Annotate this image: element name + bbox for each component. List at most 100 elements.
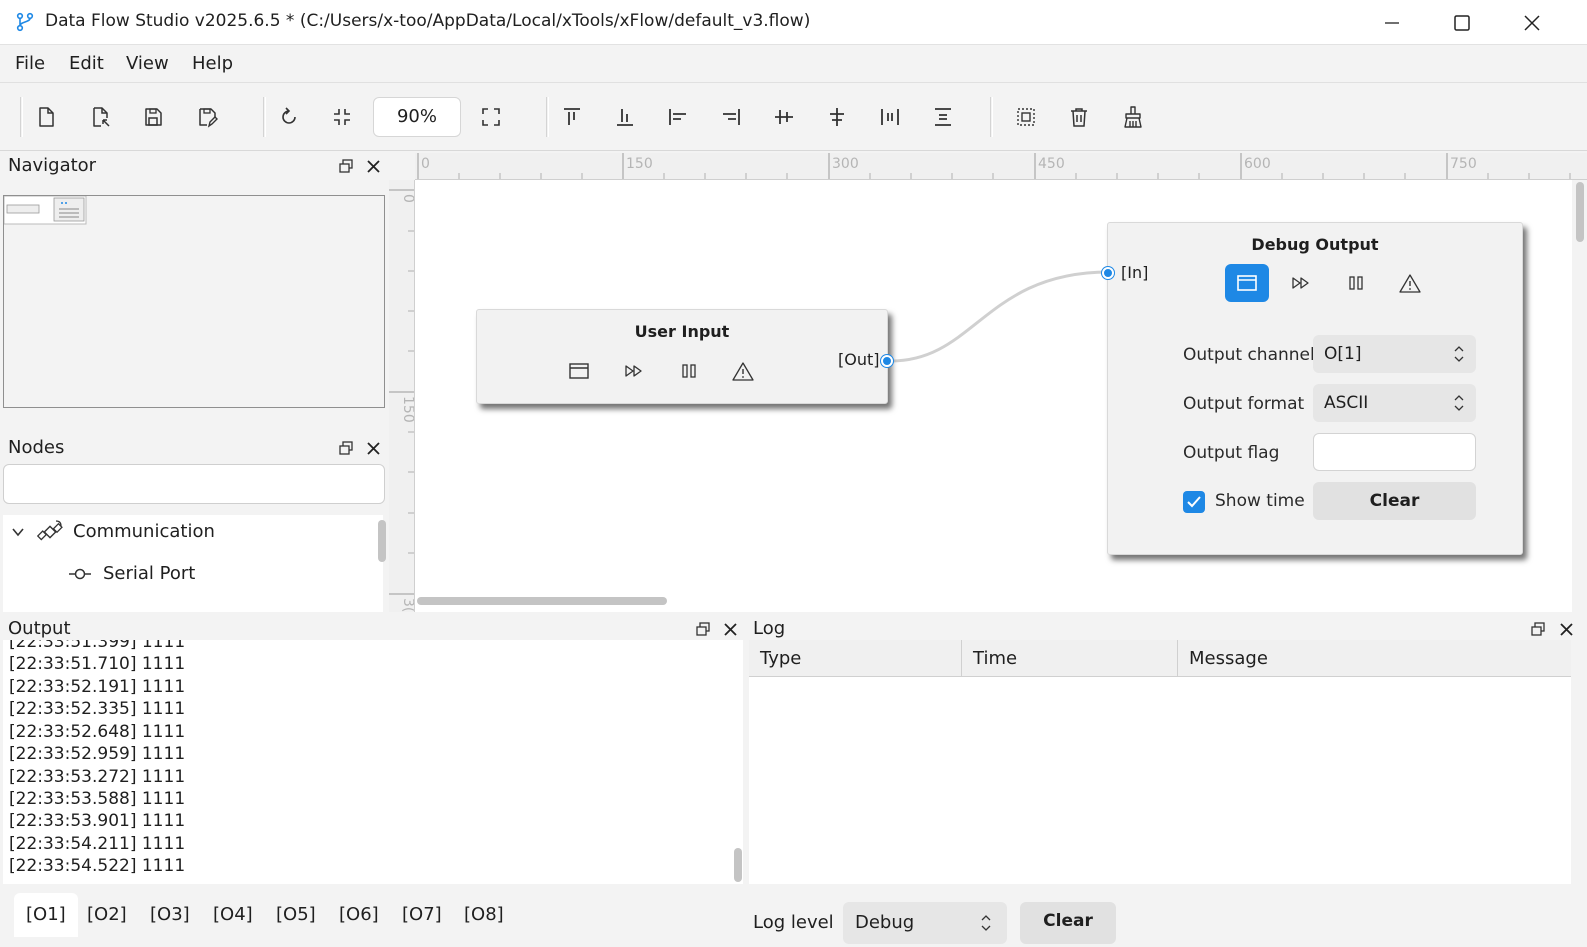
close-icon xyxy=(366,441,380,455)
pause-icon[interactable] xyxy=(1336,265,1376,301)
port-label-out: [Out] xyxy=(838,350,880,369)
align-vertical-center-button[interactable] xyxy=(820,100,854,134)
collapse-icon xyxy=(334,109,350,125)
debug-output-node[interactable]: Debug Output [In] Output channel O[1] Ou… xyxy=(1102,222,1523,555)
output-format-select[interactable]: ASCII xyxy=(1313,384,1476,422)
output-float-button[interactable] xyxy=(694,620,712,638)
window-icon[interactable] xyxy=(1225,264,1269,302)
distribute-vertical-button[interactable] xyxy=(926,100,960,134)
align-horizontal-center-button[interactable] xyxy=(767,100,801,134)
input-port[interactable] xyxy=(1102,267,1114,279)
canvas-horizontal-scrollbar[interactable] xyxy=(417,597,667,605)
reload-button[interactable] xyxy=(272,100,306,134)
ruler-tick-label: 0 xyxy=(400,194,415,203)
menu-file[interactable]: File xyxy=(15,53,45,74)
ruler-vertical: 0 150 3( xyxy=(389,180,415,612)
tab-o2[interactable]: [O2] xyxy=(75,893,139,937)
nodes-scrollbar[interactable] xyxy=(378,520,386,562)
new-file-button[interactable] xyxy=(29,100,63,134)
log-level-select[interactable]: Debug xyxy=(843,902,1007,944)
window-icon[interactable] xyxy=(559,353,599,389)
output-line: [22:33:52.191] 1111 xyxy=(9,677,186,697)
output-line: [22:33:52.335] 1111 xyxy=(9,699,186,719)
align-right-button[interactable] xyxy=(714,100,748,134)
checkmark-icon xyxy=(1187,496,1201,508)
debug-clear-button[interactable]: Clear xyxy=(1313,482,1476,520)
nodes-close-button[interactable] xyxy=(364,439,382,457)
column-time[interactable]: Time xyxy=(962,640,1178,677)
fast-forward-icon[interactable] xyxy=(1281,265,1321,301)
output-close-button[interactable] xyxy=(721,620,739,638)
align-bottom-button[interactable] xyxy=(608,100,642,134)
tab-o4[interactable]: [O4] xyxy=(201,893,265,937)
ruler-tick-label: 3( xyxy=(400,598,415,612)
show-time-checkbox[interactable] xyxy=(1183,491,1205,513)
delete-button[interactable] xyxy=(1062,100,1096,134)
distribute-horizontal-button[interactable] xyxy=(873,100,907,134)
zoom-level-field[interactable]: 90% xyxy=(373,97,461,137)
column-message[interactable]: Message xyxy=(1178,640,1571,677)
navigator-minimap[interactable] xyxy=(3,195,385,408)
select-all-button[interactable] xyxy=(1009,100,1043,134)
nodes-search-input[interactable] xyxy=(3,464,385,504)
tab-o3[interactable]: [O3] xyxy=(138,893,202,937)
float-icon xyxy=(339,441,353,455)
ruler-tick-label: 0 xyxy=(421,156,430,172)
open-file-button[interactable] xyxy=(83,100,117,134)
menu-edit[interactable]: Edit xyxy=(69,53,104,74)
warning-icon[interactable] xyxy=(723,353,763,389)
zoom-in-button[interactable] xyxy=(474,100,508,134)
save-as-button[interactable] xyxy=(190,100,224,134)
tab-o7[interactable]: [O7] xyxy=(390,893,454,937)
close-window-button[interactable] xyxy=(1497,0,1567,45)
tree-item-serial-port[interactable]: Serial Port xyxy=(103,563,195,584)
toolbar-separator xyxy=(990,97,993,137)
output-channel-label: Output channel xyxy=(1183,345,1315,365)
maximize-button[interactable] xyxy=(1427,0,1497,45)
warning-icon[interactable] xyxy=(1390,265,1430,301)
output-line: [22:33:51.399] 1111 xyxy=(9,640,186,652)
output-text-area[interactable]: [22:33:51.399] 1111 [22:33:51.710] 1111 … xyxy=(3,640,743,884)
minimize-button[interactable] xyxy=(1357,0,1427,45)
canvas-vertical-scrollbar[interactable] xyxy=(1576,182,1584,242)
output-flag-input[interactable] xyxy=(1313,433,1476,471)
pause-icon[interactable] xyxy=(669,353,709,389)
output-port[interactable] xyxy=(881,355,893,367)
float-icon xyxy=(696,622,710,636)
log-clear-button[interactable]: Clear xyxy=(1020,902,1116,944)
nodes-float-button[interactable] xyxy=(337,439,355,457)
menu-view[interactable]: View xyxy=(126,53,169,74)
output-channel-select[interactable]: O[1] xyxy=(1313,335,1476,373)
minimap-preview xyxy=(4,196,87,225)
output-scrollbar[interactable] xyxy=(734,848,742,882)
log-title: Log xyxy=(753,618,786,639)
tab-o6[interactable]: [O6] xyxy=(327,893,391,937)
column-type[interactable]: Type xyxy=(749,640,962,677)
navigator-float-button[interactable] xyxy=(337,157,355,175)
save-as-icon xyxy=(199,108,218,128)
tree-item-communication[interactable]: Communication xyxy=(73,521,215,542)
log-float-button[interactable] xyxy=(1529,620,1547,638)
navigator-close-button[interactable] xyxy=(364,157,382,175)
clear-canvas-button[interactable] xyxy=(1116,100,1150,134)
flow-canvas[interactable]: User Input [Out] Debug Output [In] Outpu… xyxy=(415,180,1572,612)
chevron-down-icon[interactable] xyxy=(11,525,25,539)
tab-o5[interactable]: [O5] xyxy=(264,893,328,937)
ruler-tick-label: 300 xyxy=(832,156,859,172)
close-icon xyxy=(723,622,737,636)
close-icon xyxy=(1559,622,1573,636)
align-top-button[interactable] xyxy=(555,100,589,134)
user-input-node[interactable]: User Input [Out] xyxy=(476,309,893,404)
align-left-button[interactable] xyxy=(661,100,695,134)
output-format-label: Output format xyxy=(1183,394,1305,414)
select-all-icon xyxy=(1017,108,1035,126)
save-button[interactable] xyxy=(136,100,170,134)
menu-help[interactable]: Help xyxy=(192,53,233,74)
tab-o8[interactable]: [O8] xyxy=(452,893,516,937)
log-close-button[interactable] xyxy=(1557,620,1575,638)
fast-forward-icon[interactable] xyxy=(614,353,654,389)
log-table[interactable]: Type Time Message xyxy=(749,640,1571,884)
open-file-icon xyxy=(93,107,110,127)
tab-o1[interactable]: [O1] xyxy=(14,893,78,937)
zoom-out-button[interactable] xyxy=(325,100,359,134)
